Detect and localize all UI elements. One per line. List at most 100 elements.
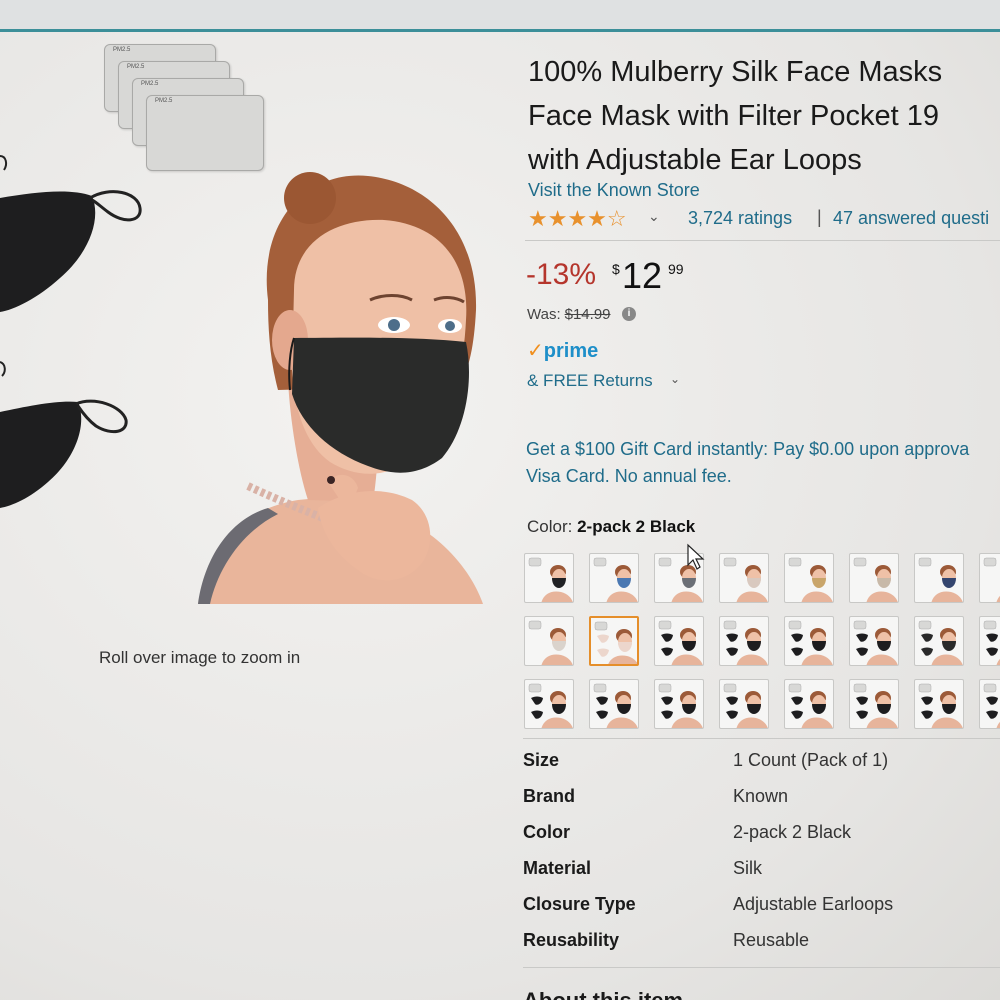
swatch-thumbnail: [658, 620, 703, 665]
color-swatch[interactable]: [589, 553, 639, 603]
swatch-thumbnail: [918, 683, 963, 728]
swatch-thumbnail: [853, 683, 898, 728]
chevron-down-icon[interactable]: ⌄: [648, 208, 660, 225]
spec-key: Reusability: [523, 930, 620, 950]
color-swatch[interactable]: [719, 616, 769, 666]
promo-line: Visa Card. No annual fee.: [526, 466, 732, 486]
answered-questions-link[interactable]: 47 answered questi: [833, 208, 989, 229]
separator: |: [817, 207, 822, 227]
spec-key: Closure Type: [523, 894, 636, 914]
color-swatch[interactable]: [979, 679, 1000, 729]
filter-label: PM2.5: [141, 81, 159, 87]
divider: [525, 240, 1000, 241]
gift-card-promo-link[interactable]: Get a $100 Gift Card instantly: Pay $0.0…: [526, 436, 1000, 490]
color-swatch[interactable]: [914, 553, 964, 603]
divider: [523, 738, 1000, 739]
browser-top-bar: [0, 0, 1000, 30]
color-swatch[interactable]: [914, 616, 964, 666]
spec-value: Adjustable Earloops: [733, 894, 894, 914]
swatch-thumbnail: [983, 557, 1000, 602]
color-swatch[interactable]: [524, 553, 574, 603]
swatch-thumbnail: [788, 620, 833, 665]
color-swatch[interactable]: [979, 616, 1000, 666]
color-swatch[interactable]: [589, 679, 639, 729]
discount-percent: -13%: [526, 258, 597, 291]
color-swatch[interactable]: [589, 616, 639, 666]
swatch-thumbnail: [853, 620, 898, 665]
free-returns-link[interactable]: & FREE Returns: [527, 371, 653, 391]
color-swatch[interactable]: [784, 679, 834, 729]
color-label-prefix: Color:: [527, 517, 573, 536]
divider: [523, 967, 1000, 968]
product-title-line: with Adjustable Ear Loops: [528, 144, 862, 176]
swatch-thumbnail: [723, 683, 768, 728]
side-mask-image: [0, 155, 142, 312]
swatch-thumbnail: [918, 557, 963, 602]
price-whole: 12: [622, 255, 663, 296]
color-swatch[interactable]: [849, 679, 899, 729]
color-swatch[interactable]: [849, 616, 899, 666]
info-icon[interactable]: i: [622, 307, 636, 321]
promo-line: Get a $100 Gift Card instantly: Pay $0.0…: [526, 439, 970, 459]
spec-key: Size: [523, 750, 560, 770]
swatch-thumbnail: [918, 620, 963, 665]
product-title: 100% Mulberry Silk Face Masks Face Mask …: [528, 50, 1000, 182]
color-swatch[interactable]: [979, 553, 1000, 603]
screen: PM2.5 PM2.5 PM2.5 PM2.5 Roll over image …: [0, 0, 1000, 1000]
color-swatch[interactable]: [849, 553, 899, 603]
color-swatch[interactable]: [719, 679, 769, 729]
color-swatch[interactable]: [654, 679, 704, 729]
swatch-thumbnail: [528, 683, 573, 728]
color-swatch[interactable]: [719, 553, 769, 603]
swatch-thumbnail: [983, 683, 1000, 728]
product-image-area[interactable]: PM2.5 PM2.5 PM2.5 PM2.5 Roll over image …: [0, 40, 500, 667]
chevron-down-icon[interactable]: ⌄: [670, 372, 680, 386]
swatch-thumbnail: [983, 620, 1000, 665]
color-swatch-grid: [524, 553, 1000, 733]
swatch-thumbnail: [594, 621, 637, 664]
selected-color-name: 2-pack 2 Black: [577, 517, 696, 536]
about-this-item-heading: About this item: [523, 988, 683, 1000]
filter-label: PM2.5: [127, 64, 145, 70]
color-swatch[interactable]: [524, 679, 574, 729]
product-title-line: 100% Mulberry Silk Face Masks: [528, 56, 943, 88]
side-mask-image: [0, 361, 128, 508]
spec-key: Material: [523, 858, 592, 878]
mouse-cursor-icon: [687, 543, 705, 570]
swatch-thumbnail: [723, 620, 768, 665]
price-currency: $: [612, 261, 620, 277]
was-label: Was:: [527, 306, 561, 323]
spec-key: Color: [523, 822, 570, 842]
product-title-line: Face Mask with Filter Pocket 19: [528, 100, 939, 132]
swatch-thumbnail: [788, 683, 833, 728]
spec-value: 2-pack 2 Black: [733, 822, 852, 842]
zoom-hint: Roll over image to zoom in: [99, 648, 301, 667]
prime-check-icon: ✓: [527, 340, 544, 362]
swatch-thumbnail: [528, 557, 573, 602]
spec-value: 1 Count (Pack of 1): [733, 750, 889, 770]
prime-badge: ✓prime: [527, 338, 598, 363]
filter-label: PM2.5: [155, 98, 173, 104]
spec-value: Reusable: [733, 930, 810, 950]
color-swatch[interactable]: [784, 616, 834, 666]
swatch-thumbnail: [788, 557, 833, 602]
swatch-thumbnail: [593, 683, 638, 728]
swatch-thumbnail: [658, 683, 703, 728]
swatch-thumbnail: [723, 557, 768, 602]
visit-store-link[interactable]: Visit the Known Store: [528, 180, 700, 201]
star-rating-icon[interactable]: ★★★★☆: [528, 206, 627, 232]
swatch-thumbnail: [593, 557, 638, 602]
price-fraction: 99: [668, 261, 684, 277]
spec-value: Known: [733, 786, 789, 806]
color-swatch[interactable]: [654, 616, 704, 666]
color-swatch[interactable]: [524, 616, 574, 666]
color-swatch[interactable]: [784, 553, 834, 603]
header-accent-rule: [0, 29, 1000, 32]
color-swatch[interactable]: [914, 679, 964, 729]
filter-label: PM2.5: [113, 47, 131, 53]
ratings-count-link[interactable]: 3,724 ratings: [688, 208, 792, 229]
color-label: Color: 2-pack 2 Black: [527, 517, 695, 537]
swatch-thumbnail: [528, 620, 573, 665]
swatch-thumbnail: [853, 557, 898, 602]
was-price: Was: $14.99: [527, 306, 611, 323]
